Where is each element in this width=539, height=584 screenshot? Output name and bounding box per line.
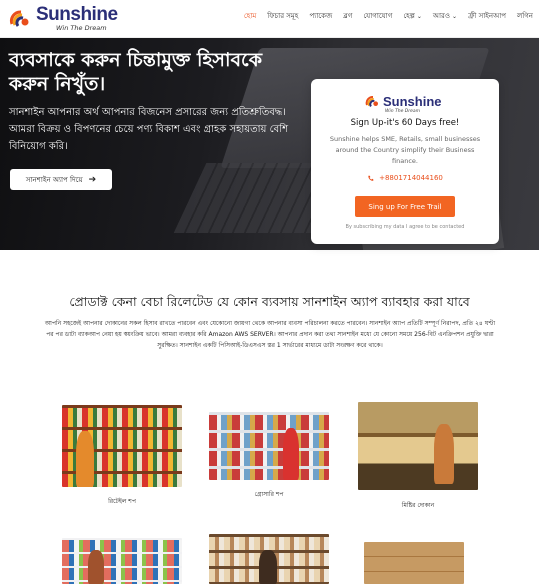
- hero-subtitle: সানশাইন আপনার অর্থ আপনার বিজনেস প্রসারের…: [9, 107, 288, 152]
- nav-item-label: লগিন: [517, 12, 533, 20]
- shopkeeper-figure: [434, 424, 454, 484]
- nav-item-label: যোগাযোগ: [363, 12, 393, 20]
- pharmacy-image: [62, 538, 182, 584]
- signup-free-trial-button[interactable]: Sing up For Free Trail: [355, 196, 455, 217]
- site-header: Sunshine Win The Dream হোম ফিচার সমূহ প্যা…: [0, 0, 539, 38]
- nav-item[interactable]: ফ্রী সাইনআপ: [468, 10, 506, 22]
- nav-item-label: হোম: [243, 12, 257, 20]
- hero-cta-button[interactable]: সানশাইন অ্যাপ দিয়ে ➔: [10, 169, 112, 190]
- nav-item[interactable]: যোগাযোগ: [363, 10, 392, 22]
- chevron-down-icon: ⌄: [452, 12, 458, 20]
- hero-title: ব্যবসাকে করুন চিন্তামুক্ত হিসাবকে করুন ন…: [9, 49, 262, 95]
- phone-icon: [368, 175, 374, 181]
- nav-item[interactable]: ব্লগ: [343, 10, 352, 22]
- nav-item-label: ব্লগ: [343, 12, 353, 20]
- nav-item[interactable]: প্যাকেজ: [309, 10, 332, 22]
- chevron-down-icon: ⌄: [416, 12, 422, 20]
- card-logo: Sunshine: [365, 93, 442, 109]
- shopper-figure: [259, 550, 277, 584]
- section-title: প্রোডাক্ট কেনা বেচা রিলেটেড যে কোন ব্যবস…: [69, 294, 470, 309]
- business-label: রিটেইল শপ: [108, 498, 136, 505]
- main-nav: হোম ফিচার সমূহ প্যাকেজ ব্লগ যোগাযোগ হেল্প ⌄ আরও…: [233, 0, 533, 32]
- business-label: মিষ্টির দোকান: [401, 502, 435, 509]
- grocery-shop-image: [209, 412, 329, 480]
- nav-item-label: ফিচার সমূহ: [267, 12, 299, 20]
- shopper-figure: [88, 550, 104, 584]
- hero-cta-label: সানশাইন অ্যাপ দিয়ে: [25, 175, 83, 184]
- cosmetics-shop-image: [209, 534, 329, 584]
- retail-shop-image: [62, 405, 182, 487]
- logo-tagline: Win The Dream: [56, 23, 107, 32]
- nav-item[interactable]: ফিচার সমূহ: [267, 10, 298, 22]
- nav-item-label: আরও: [432, 12, 451, 20]
- nav-item-label: হেল্প: [403, 12, 415, 20]
- business-label: গ্রোসারি শপ: [254, 491, 284, 498]
- sweet-shop-image: [358, 402, 478, 490]
- arrow-right-icon: ➔: [88, 174, 97, 185]
- nav-item[interactable]: হেল্প ⌄: [403, 10, 422, 22]
- signup-phone[interactable]: +8801714044160: [311, 174, 499, 182]
- signup-description: Sunshine helps SME, Retails, small busin…: [329, 135, 481, 165]
- sun-logo-icon: [365, 96, 378, 107]
- signup-title: Sign Up-it's 60 Days free!: [350, 118, 460, 128]
- nav-item[interactable]: হোম: [244, 10, 256, 22]
- section-body: আপনি সহজেই আপনার দোকানের সকল হিসাব রাখতে…: [44, 320, 496, 349]
- signup-card: Sunshine Win The Dream Sign Up-it's 60 D…: [311, 79, 499, 244]
- logo-name: Sunshine: [36, 3, 118, 25]
- signup-consent-note: By subscribing my data I agree to be con…: [345, 224, 465, 230]
- shopper-figure: [76, 431, 94, 487]
- nav-item[interactable]: আরও ⌄: [433, 10, 457, 22]
- nav-item-label: প্যাকেজ: [309, 12, 333, 20]
- wholesale-boxes-image: [364, 542, 464, 584]
- sun-logo-icon: [10, 10, 29, 27]
- card-logo-name: Sunshine: [383, 93, 442, 109]
- card-logo-tagline: Win The Dream: [385, 109, 421, 114]
- shopper-figure: [283, 428, 299, 480]
- nav-item[interactable]: লগিন: [517, 10, 533, 22]
- sunshine-logo[interactable]: Sunshine Win The Dream: [9, 3, 129, 33]
- nav-item-label: ফ্রী সাইনআপ: [468, 12, 506, 20]
- phone-number: +8801714044160: [379, 174, 443, 182]
